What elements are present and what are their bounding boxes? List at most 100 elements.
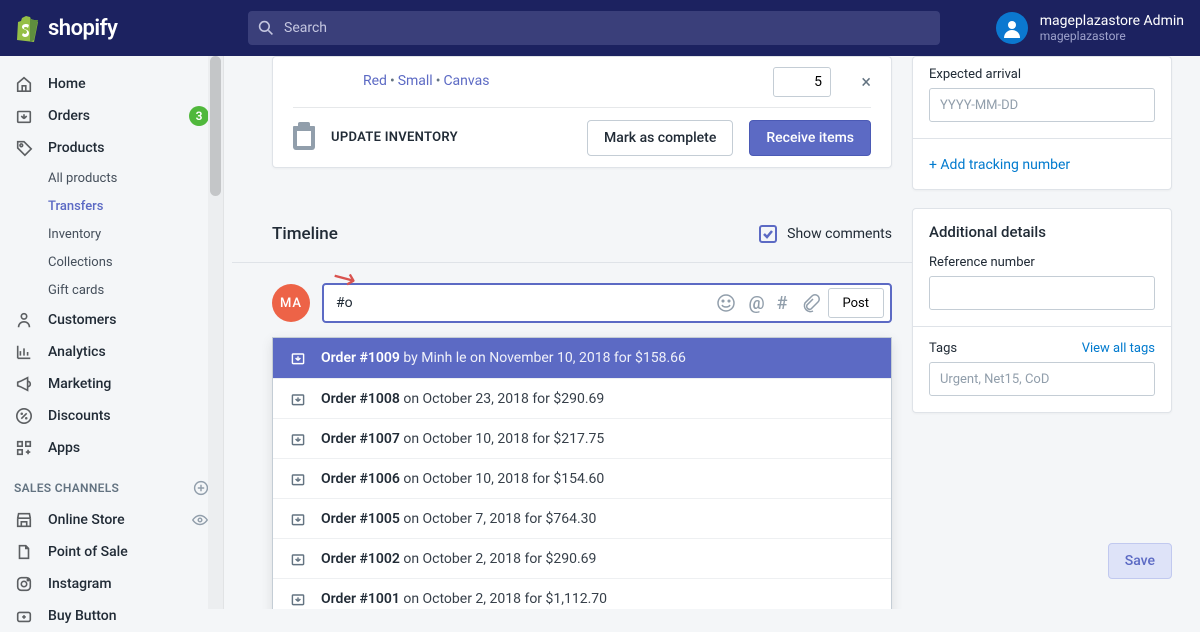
quantity-input[interactable]	[773, 67, 831, 97]
comment-input-container[interactable]: @ # Post	[322, 283, 892, 323]
order-suggestion[interactable]: Order #1008 on October 23, 2018 for $290…	[273, 378, 891, 418]
search-icon	[258, 20, 274, 36]
order-icon	[289, 470, 307, 488]
add-channel-icon[interactable]	[193, 480, 209, 496]
clipboard-icon	[293, 126, 315, 150]
divider	[232, 262, 932, 263]
post-button[interactable]: Post	[828, 288, 885, 318]
arrival-card: Expected arrival + Add tracking number	[912, 56, 1172, 190]
brand-name: shopify	[48, 16, 117, 41]
sidebar-item-home[interactable]: Home	[0, 68, 223, 100]
mention-icon[interactable]: @	[748, 293, 764, 314]
brand: shopify	[12, 14, 240, 42]
orders-icon	[14, 106, 34, 126]
store-name: mageplazastore	[1040, 29, 1184, 43]
orders-badge: 3	[189, 106, 209, 126]
timeline-heading: Timeline	[272, 224, 338, 244]
sidebar-item-label: Home	[48, 76, 86, 92]
receive-items-button[interactable]: Receive items	[749, 120, 871, 156]
sidebar-item-label: Instagram	[48, 576, 112, 592]
sidebar-item-label: Marketing	[48, 376, 111, 392]
sidebar-item-label: Customers	[48, 312, 116, 328]
avatar-icon	[996, 12, 1028, 44]
reference-icon[interactable]: #	[777, 293, 788, 314]
sidebar-item-customers[interactable]: Customers	[0, 304, 223, 336]
order-icon	[289, 510, 307, 528]
order-suggestion[interactable]: Order #1002 on October 2, 2018 for $290.…	[273, 538, 891, 578]
sidebar-item-analytics[interactable]: Analytics	[0, 336, 223, 368]
discount-icon	[14, 406, 34, 426]
sidebar-item-label: Online Store	[48, 512, 125, 528]
sidebar-item-label: Analytics	[48, 344, 106, 360]
megaphone-icon	[14, 374, 34, 394]
order-suggestion[interactable]: Order #1007 on October 10, 2018 for $217…	[273, 418, 891, 458]
sidebar-item-label: Products	[48, 140, 105, 156]
order-icon	[289, 349, 307, 367]
sidebar-item-label: Discounts	[48, 408, 111, 424]
apps-icon	[14, 438, 34, 458]
remove-line-icon[interactable]: ×	[861, 72, 871, 93]
order-suggestions-dropdown: Order #1009 by Minh le on November 10, 2…	[272, 337, 892, 609]
sidebar-item-apps[interactable]: Apps	[0, 432, 223, 464]
mark-complete-button[interactable]: Mark as complete	[587, 120, 733, 156]
search-input[interactable]	[284, 20, 930, 36]
additional-details-card: Additional details Reference number Tags…	[912, 208, 1172, 413]
emoji-icon[interactable]	[716, 293, 736, 313]
sidebar-item-label: Buy Button	[48, 608, 117, 624]
pos-icon	[14, 542, 34, 562]
store-icon	[14, 510, 34, 530]
channel-point-of-sale[interactable]: Point of Sale	[0, 536, 223, 568]
sidebar-item-discounts[interactable]: Discounts	[0, 400, 223, 432]
top-bar: shopify mageplazastore Admin mageplazast…	[0, 0, 1200, 56]
eye-icon[interactable]	[191, 511, 209, 529]
tag-icon	[14, 138, 34, 158]
tags-input[interactable]	[929, 362, 1155, 396]
global-search[interactable]	[248, 11, 940, 45]
tags-label: Tags	[929, 341, 957, 356]
sidebar-subitem-transfers[interactable]: Transfers	[0, 192, 223, 220]
shopify-bag-icon	[12, 14, 40, 42]
update-inventory-label: UPDATE INVENTORY	[331, 130, 458, 145]
order-icon	[289, 390, 307, 408]
sidebar-item-orders[interactable]: Orders 3	[0, 100, 223, 132]
sidebar-item-marketing[interactable]: Marketing	[0, 368, 223, 400]
sidebar-item-products[interactable]: Products	[0, 132, 223, 164]
buy-button-icon	[14, 606, 34, 626]
view-all-tags-link[interactable]: View all tags	[1082, 341, 1155, 356]
order-suggestion[interactable]: Order #1005 on October 7, 2018 for $764.…	[273, 498, 891, 538]
additional-details-heading: Additional details	[929, 223, 1155, 241]
channel-instagram[interactable]: Instagram	[0, 568, 223, 600]
save-button[interactable]: Save	[1108, 543, 1172, 579]
user-name: mageplazastore Admin	[1040, 13, 1184, 29]
inventory-card: Red•Small•Canvas × UPDATE INVENTORY Mark…	[272, 56, 892, 168]
show-comments-toggle[interactable]: Show comments	[759, 225, 892, 243]
analytics-icon	[14, 342, 34, 362]
sidebar-subitem-collections[interactable]: Collections	[0, 248, 223, 276]
attachment-icon[interactable]	[800, 293, 820, 313]
commenter-avatar: MA	[272, 284, 310, 322]
sidebar-subitem-gift-cards[interactable]: Gift cards	[0, 276, 223, 304]
sidebar-item-label: Apps	[48, 440, 80, 456]
reference-number-label: Reference number	[929, 255, 1155, 270]
checkbox-checked-icon	[759, 225, 777, 243]
channel-online-store[interactable]: Online Store	[0, 504, 223, 536]
user-menu[interactable]: mageplazastore Admin mageplazastore	[964, 12, 1184, 44]
divider	[913, 326, 1171, 327]
expected-arrival-label: Expected arrival	[929, 67, 1155, 82]
add-tracking-link[interactable]: + Add tracking number	[929, 153, 1155, 173]
order-icon	[289, 590, 307, 608]
reference-number-input[interactable]	[929, 276, 1155, 310]
sidebar-subitem-inventory[interactable]: Inventory	[0, 220, 223, 248]
expected-arrival-input[interactable]	[929, 88, 1155, 122]
instagram-icon	[14, 574, 34, 594]
comment-input[interactable]	[336, 295, 708, 311]
channel-buy-button[interactable]: Buy Button	[0, 600, 223, 632]
order-suggestion[interactable]: Order #1006 on October 10, 2018 for $154…	[273, 458, 891, 498]
order-suggestion[interactable]: Order #1009 by Minh le on November 10, 2…	[273, 338, 891, 378]
sidebar-item-label: Orders	[48, 108, 90, 124]
customers-icon	[14, 310, 34, 330]
sidebar-scrollbar-thumb[interactable]	[210, 56, 221, 196]
sidebar-subitem-all-products[interactable]: All products	[0, 164, 223, 192]
sidebar: Home Orders 3 Products All products Tran…	[0, 56, 224, 609]
order-suggestion[interactable]: Order #1001 on October 2, 2018 for $1,11…	[273, 578, 891, 609]
